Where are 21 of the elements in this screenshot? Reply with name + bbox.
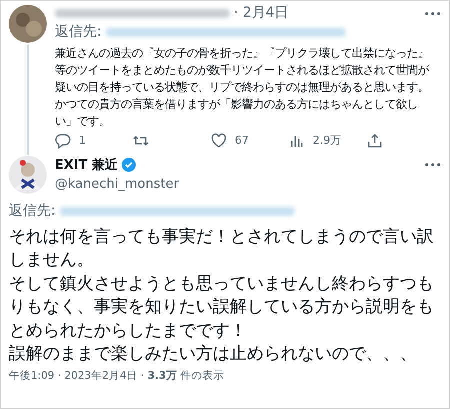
reply-to-label: 返信先: (55, 23, 102, 42)
action-count: 2.9万 (313, 133, 342, 149)
avatar[interactable] (9, 156, 47, 194)
user-handle: @kanechi_monster (55, 176, 180, 194)
reply-to-label: 返信先: (9, 202, 56, 220)
more-icon[interactable] (425, 163, 441, 168)
avatar[interactable] (9, 5, 47, 43)
action-count: 1 (79, 133, 86, 149)
more-icon[interactable] (425, 12, 441, 16)
tweet-text: そして鎮火させようとも思っていませんし終わらすつもりもなく、事実を知りたい誤解している方から説明をもとめられたからしたまでです！ (8, 272, 435, 342)
tweet-text: 誤解のままで楽しみたい方は止められないので、、、 (8, 343, 418, 366)
tweet-text: 兼近さんの過去の『女の子の骨を折った』『プリクラ壊して出禁になった』等のツイートをまとめたものが数千リツイートされるほど拡散されて世間が疑いの目を持っている状態で、リプで終わらすのは無理があると思います。かつての貴方の言葉を借りますが「影響力のある方にはちゃんとして欲しい」です。 (55, 45, 430, 130)
tweet-text: それは何を言っても事実だ！とされてしまうので言い訳しません。 (8, 226, 435, 272)
reply-icon[interactable] (55, 133, 71, 150)
display-name: EXIT 兼近 (55, 156, 118, 174)
action-count: 67 (235, 133, 249, 149)
bar-chart-icon[interactable] (289, 133, 305, 150)
tweet-date: · 2月4日 (234, 4, 289, 23)
share-icon[interactable] (367, 133, 383, 150)
tweet-meta: 午後1:09 · 2023年2月4日 · 3.3万 件の表示 (8, 368, 226, 384)
heart-icon[interactable] (211, 133, 227, 150)
